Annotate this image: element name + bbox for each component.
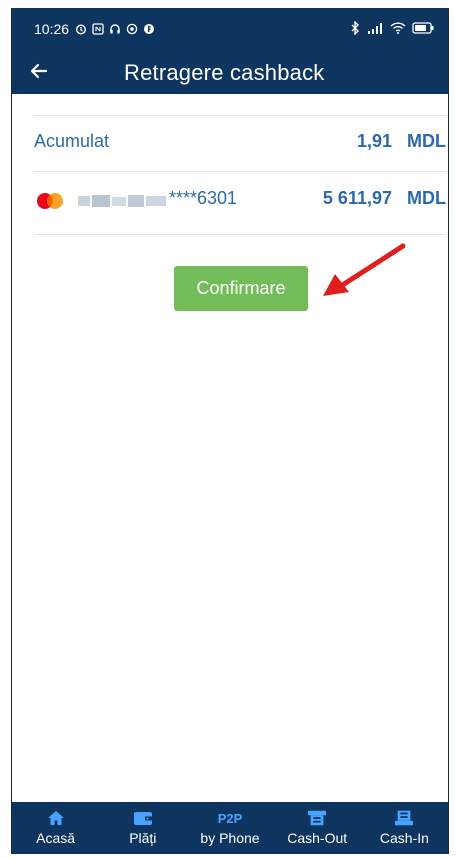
app-notification-icon <box>144 24 155 34</box>
p2p-icon: P2P <box>217 810 243 826</box>
divider <box>34 234 446 235</box>
back-arrow-icon[interactable] <box>26 58 52 84</box>
signal-icon <box>368 23 382 34</box>
nav-label: by Phone <box>200 830 260 846</box>
nav-label: Acasă <box>36 830 76 846</box>
status-bar: 10:26 <box>12 8 448 50</box>
nav-item-plati[interactable]: Plăți <box>99 802 186 854</box>
phone-screen: 10:26 Retragere cashback Acumulat 1,91 M… <box>11 8 449 854</box>
accumulated-row: Acumulat 1,91 MDL <box>34 116 446 166</box>
accumulated-label: Acumulat <box>34 131 110 151</box>
nfc-icon <box>92 23 104 35</box>
bluetooth-icon <box>351 21 359 35</box>
wifi-icon <box>390 22 406 34</box>
headphones-icon <box>110 24 120 34</box>
nav-item-p2p[interactable]: P2P by Phone <box>186 802 273 854</box>
mastercard-icon <box>37 193 63 209</box>
masked-card-digits <box>78 195 166 207</box>
wallet-icon <box>133 809 153 827</box>
nav-item-cash-in[interactable]: Cash-In <box>361 802 448 854</box>
battery-icon <box>412 22 434 34</box>
card-currency: MDL <box>407 188 446 208</box>
card-row[interactable]: ****6301 5 611,97 MDL <box>34 173 446 223</box>
status-left: 10:26 <box>34 21 155 37</box>
status-notification-icons <box>75 23 155 35</box>
app-header: Retragere cashback <box>12 50 448 94</box>
accumulated-value: 1,91 <box>356 131 392 151</box>
cash-out-icon <box>307 809 327 827</box>
nav-label: Cash-In <box>379 830 429 846</box>
nav-item-cash-out[interactable]: Cash-Out <box>274 802 361 854</box>
nav-label: Plăți <box>129 830 157 846</box>
nav-label: Cash-Out <box>287 830 348 846</box>
accumulated-currency: MDL <box>407 131 446 151</box>
status-time: 10:26 <box>34 21 70 37</box>
card-balance: 5 611,97 <box>322 188 392 208</box>
alarm-icon <box>76 24 87 35</box>
nav-item-acasa[interactable]: Acasă <box>12 802 99 854</box>
status-right <box>350 21 434 35</box>
card-number-suffix: ****6301 <box>169 188 238 208</box>
confirm-button[interactable]: Confirmare <box>174 266 308 311</box>
record-icon <box>126 23 138 35</box>
divider <box>34 171 446 172</box>
annotation-arrow-icon <box>323 243 406 296</box>
page-title: Retragere cashback <box>124 60 325 85</box>
bottom-navigation: Acasă Plăți P2P by Phone Cash-Out Cash-I… <box>12 802 448 854</box>
home-icon <box>46 809 66 827</box>
cash-in-icon <box>394 809 414 827</box>
